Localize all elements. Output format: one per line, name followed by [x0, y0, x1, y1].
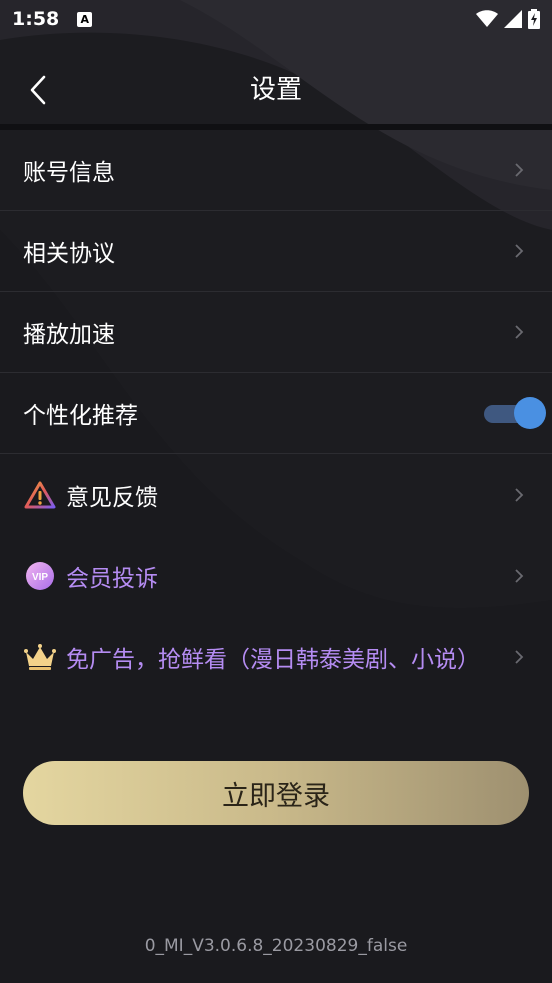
- wifi-icon: [476, 10, 498, 27]
- chevron-right-icon: [515, 244, 524, 258]
- status-icons: [476, 9, 540, 29]
- settings-item-personalized-recommendation: 个性化推荐: [0, 373, 552, 454]
- settings-item-vip-complaint[interactable]: VIP 会员投诉: [0, 535, 552, 616]
- version-text: 0_MI_V3.0.6.8_20230829_false: [144, 936, 408, 956]
- vip-badge-icon: VIP: [23, 559, 57, 593]
- settings-item-playback-speed[interactable]: 播放加速: [0, 292, 552, 373]
- chevron-right-icon: [515, 568, 524, 583]
- signal-icon: [504, 10, 522, 28]
- settings-item-label: 免广告，抢鲜看（漫日韩泰美剧、小说）: [66, 646, 480, 673]
- battery-charging-icon: [528, 9, 540, 29]
- status-time: 1:58: [12, 8, 60, 30]
- login-button[interactable]: 立即登录: [23, 761, 529, 825]
- toggle-knob: [514, 397, 546, 429]
- page-title: 设置: [249, 75, 302, 105]
- header: 设置: [0, 52, 552, 128]
- settings-item-feedback[interactable]: 意见反馈: [0, 454, 552, 535]
- settings-item-label: 会员投诉: [66, 565, 158, 592]
- warning-triangle-icon: [23, 478, 57, 512]
- settings-item-ad-free[interactable]: 免广告，抢鲜看（漫日韩泰美剧、小说）: [0, 616, 552, 697]
- chevron-right-icon: [515, 649, 524, 664]
- status-bar: 1:58 A: [0, 0, 552, 38]
- settings-item-account-info[interactable]: 账号信息: [0, 130, 552, 211]
- settings-item-label: 播放加速: [23, 322, 115, 348]
- settings-item-agreements[interactable]: 相关协议: [0, 211, 552, 292]
- chevron-right-icon: [515, 163, 524, 177]
- notification-a-icon: A: [77, 11, 93, 27]
- chevron-right-icon: [515, 325, 524, 339]
- settings-item-label: 意见反馈: [66, 484, 158, 511]
- settings-item-label: 相关协议: [23, 241, 115, 267]
- svg-text:VIP: VIP: [32, 572, 48, 583]
- settings-item-label: 个性化推荐: [23, 403, 138, 429]
- personalized-recommendation-toggle[interactable]: [484, 397, 546, 429]
- crown-icon: [23, 640, 57, 674]
- settings-item-label: 账号信息: [23, 160, 115, 186]
- settings-list: 账号信息 相关协议 播放加速 个性化推荐 意见反馈 VIP 会员投诉 免广告，抢…: [0, 130, 552, 697]
- chevron-right-icon: [515, 487, 524, 502]
